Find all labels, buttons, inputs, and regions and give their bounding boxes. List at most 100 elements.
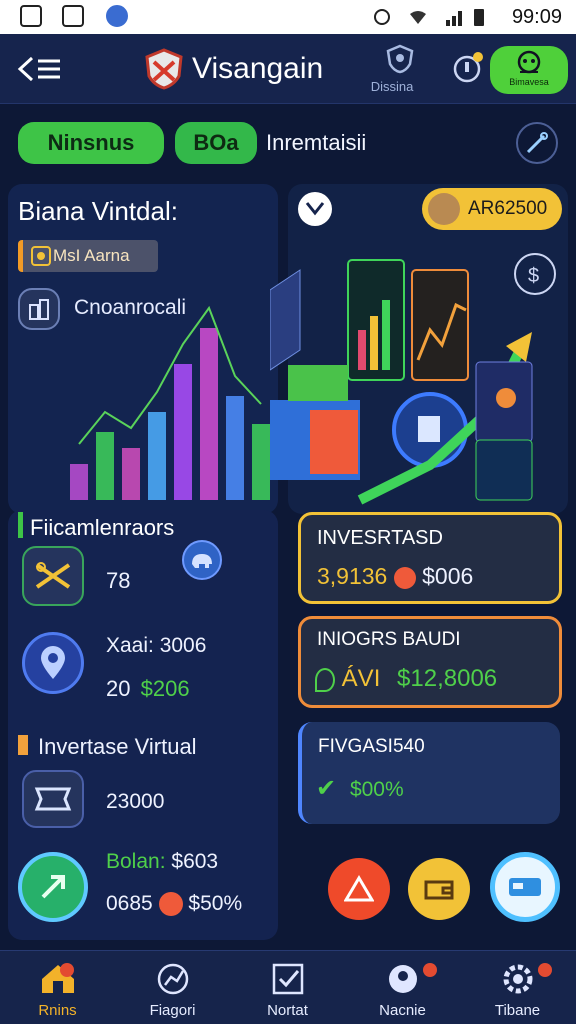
photos-icon <box>62 5 84 27</box>
ticket-icon <box>34 787 72 811</box>
chart-icon <box>157 963 188 995</box>
profile-icon <box>388 965 417 993</box>
user-profile-chip[interactable]: Bimavesa <box>490 46 568 94</box>
settings-button[interactable] <box>516 122 558 164</box>
row2-amount: $206 <box>140 676 190 701</box>
card-button[interactable] <box>490 852 560 922</box>
chip-inremtaisii[interactable]: Inremtaisii <box>266 130 366 156</box>
row2-count: 20 <box>106 676 131 701</box>
nav-label-tibane: Tibane <box>494 1002 541 1019</box>
row1-value: 78 <box>106 568 131 593</box>
settings-badge <box>538 963 552 977</box>
wallet-icon <box>424 880 454 900</box>
back-menu-icon <box>17 56 60 82</box>
profile-badge <box>423 963 437 977</box>
chat-button[interactable] <box>298 192 332 226</box>
hero-title: Biana Vintdal: <box>18 196 178 226</box>
invest-card[interactable]: INVESRTASD 3,9136 $006 <box>298 512 562 604</box>
nav-item-nacnie[interactable]: Nacnie <box>345 951 460 1024</box>
chart-bar <box>148 412 166 500</box>
invest-card-title: INVESRTASD <box>317 527 443 549</box>
bottom-nav: Rnins Fiagori Nortat Nacnie Tibane <box>0 950 576 1024</box>
bell-icon <box>453 52 483 83</box>
scissors-icon <box>35 562 71 589</box>
chart-bar <box>226 396 244 500</box>
figasi-value: $00% <box>349 778 404 801</box>
row4-line1: Bolan: $603 <box>106 850 218 874</box>
invest-value-a: 3,9136 <box>317 563 388 589</box>
ticket-icon-box[interactable] <box>22 770 84 828</box>
center-nav-label: Dissina <box>370 79 414 94</box>
notification-button[interactable] <box>450 52 484 86</box>
gallery-icon <box>20 5 42 27</box>
coin-icon <box>158 892 183 917</box>
gear-icon <box>503 964 532 994</box>
building-icon <box>29 299 49 320</box>
check-icon: ✔ <box>316 775 337 802</box>
growth-button[interactable] <box>18 852 88 922</box>
elephant-icon <box>192 554 212 568</box>
chat-icon <box>305 202 325 216</box>
nav-item-tibane[interactable]: Tibane <box>460 951 575 1024</box>
coin-icon <box>393 566 416 589</box>
row4-line2: 0685 $50% <box>106 892 242 917</box>
elephant-button[interactable] <box>182 540 222 580</box>
chip-boa[interactable]: BOa <box>175 122 257 164</box>
nav-label-home: Rnins <box>38 1002 77 1019</box>
chart-bar <box>96 432 114 500</box>
price-chip-label: AR62500 <box>468 198 548 219</box>
section-accent <box>18 512 23 538</box>
nav-item-home[interactable]: Rnins <box>0 951 115 1024</box>
center-nav-button[interactable]: Dissina <box>362 44 422 100</box>
income-card-value: ÁVI $12,8006 <box>315 665 497 693</box>
app-bar: Visangain Dissina Bimavesa <box>0 34 576 104</box>
badge-icon <box>31 246 51 266</box>
invest-value-b: $006 <box>422 563 474 589</box>
figasi-card[interactable]: FIVGASI540 ✔ $00% <box>298 722 560 824</box>
alert-button[interactable] <box>328 858 390 920</box>
income-value-b: $12,8006 <box>397 665 498 692</box>
row4-amount: $603 <box>171 850 219 873</box>
nav-label-nacnie: Nacnie <box>379 1002 426 1019</box>
income-value-a: ÁVI <box>341 665 381 692</box>
chart-bar <box>252 424 270 500</box>
home-badge <box>60 963 74 977</box>
wallet-button[interactable] <box>408 858 470 920</box>
shield-logo-icon <box>144 48 184 90</box>
row2-line1: Xaai: 3006 <box>106 634 207 657</box>
chip-ninsnus[interactable]: Ninsnus <box>18 122 164 164</box>
finance-illustration: $ <box>270 253 556 505</box>
location-pin-icon <box>41 646 65 679</box>
nav-item-fiagori[interactable]: Fiagori <box>115 951 230 1024</box>
back-menu-button[interactable] <box>14 50 64 88</box>
warning-icon <box>344 875 374 902</box>
invest-card-value: 3,9136 $006 <box>317 563 473 590</box>
building-icon-box[interactable] <box>18 288 60 330</box>
income-card[interactable]: INIOGRS BAUDI ÁVI $12,8006 <box>298 616 562 708</box>
status-time: 99:09 <box>511 6 562 28</box>
nav-item-nortat[interactable]: Nortat <box>230 951 345 1024</box>
shield-icon <box>386 44 413 74</box>
row2-line2: 20 $206 <box>106 676 190 702</box>
chart-bar <box>122 448 140 500</box>
left-panel-title: Fiicamlenraors <box>30 515 175 540</box>
tools-icon <box>526 132 548 154</box>
scissors-icon-box[interactable] <box>22 546 84 606</box>
checklist-icon <box>272 963 303 995</box>
credit-card-icon <box>509 878 541 896</box>
location-button[interactable] <box>22 632 84 694</box>
chart-bar <box>200 328 218 500</box>
nav-label-fiagori: Fiagori <box>149 1002 196 1019</box>
status-bar: 99:09 <box>0 0 576 34</box>
income-card-title: INIOGRS BAUDI <box>317 629 461 650</box>
price-chip[interactable]: AR62500 <box>422 188 562 230</box>
section2-accent <box>18 735 28 755</box>
status-icons <box>374 9 484 26</box>
row3-value: 23000 <box>106 790 165 813</box>
nav-label-nortat: Nortat <box>267 1002 308 1019</box>
row4-label: Bolan: <box>106 850 166 873</box>
app-icon <box>106 5 128 27</box>
app-title: Visangain <box>192 52 324 85</box>
row4-count: 0685 <box>106 892 153 915</box>
growth-arrow-icon <box>41 875 65 899</box>
